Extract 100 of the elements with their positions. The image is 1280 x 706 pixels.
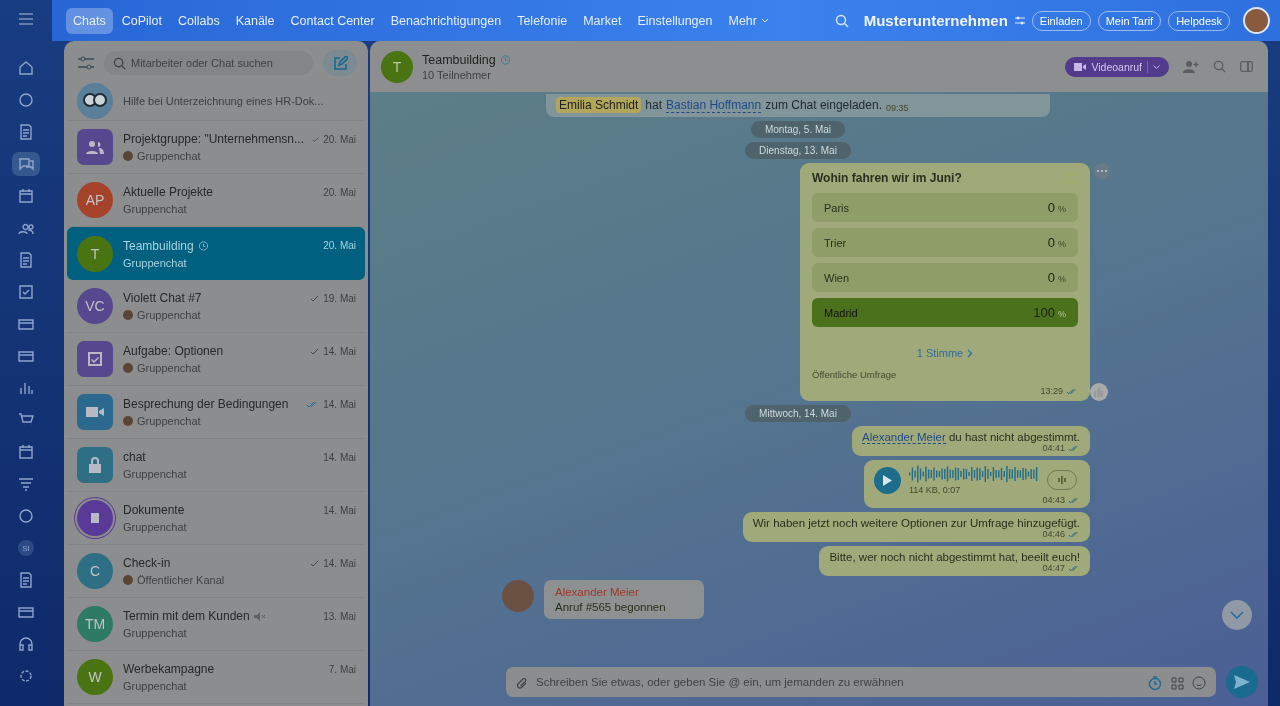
participant-count: 10 Teilnehmer (422, 68, 492, 81)
chat-name: Aufgabe: Optionen (123, 344, 224, 358)
chat-list-item[interactable]: Aufgabe: Optionen 14. Mai Gruppenchat (67, 333, 365, 386)
chat-name: Check-in (123, 556, 171, 570)
settings-sliders-icon[interactable] (1014, 16, 1025, 25)
chat-date: 14. Mai (323, 557, 356, 569)
chat-date: 19. Mai (323, 292, 356, 304)
chat-preview: Gruppenchat (137, 362, 201, 374)
nav-tab[interactable]: Mehr (721, 7, 776, 34)
scroll-down-button[interactable] (1222, 600, 1252, 630)
chat-avatar: C (77, 553, 113, 589)
nav-tab[interactable]: Kanäle (228, 7, 282, 34)
chat-name: Violett Chat #7 (123, 291, 202, 305)
chat-title: Teambuilding (422, 52, 496, 67)
chat-preview: Gruppenchat (123, 627, 187, 639)
chat-name: Termin mit dem Kunden (123, 609, 250, 623)
chat-preview: Öffentlicher Kanal (137, 574, 225, 586)
message-text: Wir haben jetzt noch weitere Optionen zur Umfrage hinzugefügt. (752, 517, 1080, 529)
grid-icon[interactable] (1171, 676, 1184, 690)
poll-option[interactable]: Paris 0 % (812, 193, 1078, 222)
sidebar-panel-icon[interactable] (1240, 61, 1253, 72)
message-input[interactable]: Schreiben Sie etwas, oder geben Sie @ ein, um jemanden zu erwähnen (506, 667, 1216, 697)
chat-preview: Gruppenchat (137, 415, 201, 427)
chat-icon[interactable] (12, 152, 40, 176)
chat-preview: Gruppenchat (123, 256, 187, 269)
date-separator: Dienstag, 13. Mai (745, 142, 851, 159)
search-field[interactable]: Mitarbeiter oder Chat suchen (104, 51, 313, 75)
chat-date: 14. Mai (323, 451, 356, 463)
votes-link[interactable]: 1 Stimme (916, 347, 974, 359)
chevron-right-icon[interactable] (967, 348, 974, 358)
paperclip-icon[interactable] (516, 677, 528, 690)
chat-date: 7. Mai (328, 663, 356, 675)
company-name[interactable]: Musterunternehmen (863, 12, 1008, 29)
nav-tab[interactable]: Einstellungen (630, 7, 720, 34)
chat-name: Besprechung der Bedingungen (123, 397, 289, 411)
user-initials-avatar[interactable]: SI (18, 540, 34, 556)
nav-tab[interactable]: Chats (66, 7, 113, 34)
chat-list-item[interactable]: VC Violett Chat #7 19. Mai Gruppenchat (67, 280, 365, 333)
search-icon[interactable] (834, 13, 849, 28)
chat-list-item[interactable]: W Werbekampagne 7. Mai Gruppenchat (67, 651, 365, 704)
chat-date: 14. Mai (323, 504, 356, 516)
poll-option[interactable]: Wien 0 % (812, 263, 1078, 292)
date-separator: Mittwoch, 14. Mai (745, 405, 851, 422)
chat-preview: Gruppenchat (137, 309, 201, 321)
user-link[interactable]: Bastian Hoffmann (666, 98, 762, 113)
chat-list-item[interactable]: T Teambuilding 20. Mai Gruppenchat (67, 227, 365, 280)
play-button[interactable] (874, 466, 901, 494)
system-message-text: hat (645, 98, 663, 112)
chat-list-item[interactable]: TM Termin mit dem Kunden 13. Mai Gruppenchat (67, 598, 365, 651)
poll-option[interactable]: Trier 0 % (812, 228, 1078, 257)
filter-sliders-icon[interactable] (78, 56, 94, 70)
message-time: 13:29 (1040, 386, 1063, 396)
nav-tab[interactable]: Contact Center (283, 7, 382, 34)
chat-date: 14. Mai (323, 345, 356, 357)
chat-name: Werbekampagne (123, 662, 215, 676)
nav-tab[interactable]: Telefonie (510, 7, 575, 34)
menu-icon[interactable] (19, 13, 33, 25)
author-name[interactable]: Alexander Meier (555, 586, 693, 598)
timer-icon[interactable] (1147, 675, 1163, 691)
poll-option[interactable]: Madrid 100 % (812, 298, 1078, 327)
user-avatar[interactable] (1243, 7, 1270, 34)
nav-tab[interactable]: Collabs (170, 7, 227, 34)
nav-tab[interactable]: Benachrichtigungen (383, 7, 509, 34)
edit-icon[interactable] (332, 55, 348, 71)
message-time: 04:47 (1042, 563, 1065, 573)
chat-preview: Hilfe bei Unterzeichnung eines HR-Dok... (123, 94, 324, 107)
message-text: Alexander Meier du hast nicht abgestimmt. (862, 431, 1080, 443)
chat-preview: Gruppenchat (123, 468, 187, 480)
nav-tab[interactable]: CoPilot (114, 7, 169, 34)
chat-avatar: T (381, 50, 413, 83)
chat-date: 20. Mai (323, 186, 356, 198)
chat-list-item[interactable]: chat 14. Mai Gruppenchat (67, 439, 365, 492)
user-mention-link[interactable]: Alexander Meier (862, 431, 946, 444)
add-user-icon[interactable] (1183, 60, 1199, 73)
emoji-icon[interactable] (1192, 676, 1206, 690)
chat-date: 14. Mai (323, 398, 356, 410)
chat-name: chat (123, 450, 146, 464)
like-icon[interactable] (1090, 383, 1108, 401)
send-button[interactable] (1226, 666, 1258, 698)
chat-list-item[interactable]: Hilfe bei Unterzeichnung eines HR-Dok... (67, 81, 365, 121)
video-camera-icon[interactable] (1074, 62, 1087, 71)
chat-avatar: W (77, 659, 113, 695)
bars-icon[interactable] (1057, 475, 1067, 485)
send-icon[interactable] (1234, 675, 1250, 689)
play-icon[interactable] (883, 474, 892, 486)
chat-list-item[interactable]: Dokumente 14. Mai Gruppenchat (67, 492, 365, 545)
user-name-tag[interactable]: Emilia Schmidt (556, 97, 642, 113)
nav-tab[interactable]: Market (576, 7, 629, 34)
more-icon[interactable] (1094, 163, 1110, 179)
chat-list-item[interactable]: C Check-in 14. Mai Öffentlicher Kanal (67, 545, 365, 598)
message-time: 04:46 (1042, 529, 1065, 539)
chat-list-item[interactable]: Projektgruppe: "Unternehmensn... 20. Mai Gruppenchat (67, 121, 365, 174)
new-chat-button[interactable] (323, 50, 357, 76)
chevron-down-icon[interactable] (1230, 611, 1244, 619)
chat-list-item[interactable]: Besprechung der Bedingungen 14. Mai Gruppenchat (67, 386, 365, 439)
chat-avatar: TM (77, 606, 113, 642)
caret-icon[interactable] (1153, 64, 1160, 69)
video-call-button[interactable]: Videoanruf (1065, 56, 1169, 77)
search-icon[interactable] (1213, 60, 1226, 73)
chat-preview: Gruppenchat (123, 680, 187, 692)
